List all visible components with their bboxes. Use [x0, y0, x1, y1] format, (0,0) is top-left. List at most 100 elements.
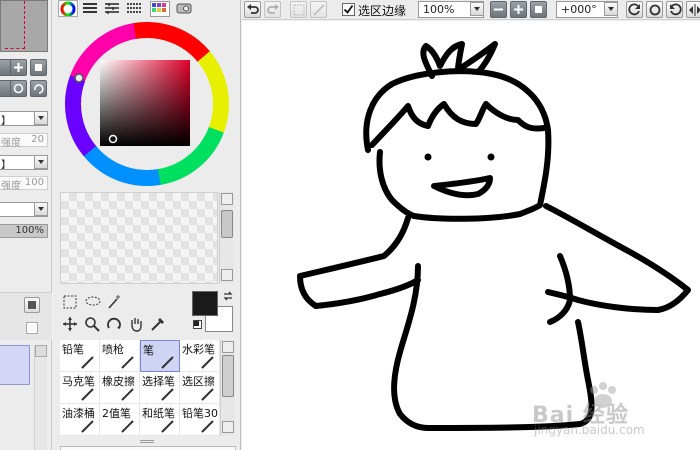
layer-panel: 】 强度 20 】 强度 100 100% — [0, 0, 52, 450]
zoom-in-button[interactable] — [10, 59, 27, 76]
rotate-tool[interactable] — [106, 316, 122, 332]
brush-airbrush[interactable]: 喷枪 — [100, 340, 140, 372]
new-layer-button[interactable] — [24, 297, 40, 313]
plus-icon — [514, 5, 523, 14]
brush-label: 笔 — [143, 344, 154, 357]
strength-field-1[interactable]: 强度 20 — [0, 133, 48, 149]
hsv-slider-tab[interactable] — [104, 2, 120, 15]
panel-splitter[interactable] — [140, 440, 154, 443]
brush-watercolor[interactable]: 水彩笔 — [180, 340, 220, 372]
undo-button[interactable] — [244, 1, 261, 18]
lasso-icon — [85, 296, 101, 306]
navigator-preview[interactable] — [0, 0, 48, 52]
opacity-bar[interactable]: 100% — [0, 224, 48, 238]
square-icon — [35, 64, 42, 71]
color-wheel[interactable] — [64, 22, 230, 186]
blend-mode-label-2: 】 — [1, 160, 11, 171]
flip-button[interactable] — [686, 1, 700, 18]
color-wheel-tab[interactable] — [58, 0, 78, 17]
deselect-icon — [293, 4, 305, 16]
brush-pen[interactable]: 笔 — [140, 340, 180, 372]
rotate-reset-toolbar-button[interactable] — [646, 1, 663, 18]
brush-eraser[interactable]: 橡皮擦 — [100, 372, 140, 404]
scratch-scroll-down[interactable] — [221, 269, 233, 281]
move-tool[interactable] — [62, 316, 78, 332]
watercolor-icon — [201, 356, 214, 369]
rgb-slider-tab[interactable] — [82, 2, 98, 15]
reset-colors-icon[interactable] — [193, 320, 202, 329]
brush-scroll-up[interactable] — [222, 341, 234, 353]
selection-edge-checkbox[interactable] — [342, 3, 355, 16]
hand-tool[interactable] — [128, 316, 144, 332]
scratchpad-scrollbar[interactable] — [219, 192, 234, 284]
fit-button[interactable] — [30, 59, 47, 76]
color-wheel-icon — [60, 1, 76, 17]
layer-thumbnail[interactable] — [0, 345, 30, 385]
drawing-canvas[interactable]: Bai 经验 jingyan.baidu.com — [242, 21, 700, 450]
brush-scrollbar[interactable] — [220, 340, 235, 436]
eyedropper-tool[interactable] — [150, 316, 166, 332]
scratch-scroll-up[interactable] — [221, 193, 233, 205]
layer-scroll-up[interactable] — [35, 345, 47, 357]
layer-mode-arrow[interactable] — [34, 202, 48, 216]
rotation-dropdown-arrow[interactable] — [604, 2, 618, 16]
color-mode-tabs — [56, 0, 240, 18]
lasso-tool[interactable] — [84, 294, 102, 310]
sv-square[interactable] — [100, 60, 190, 146]
brush-select-pen[interactable]: 选择笔 — [140, 372, 180, 404]
brush-scroll-down[interactable] — [222, 421, 234, 433]
swap-icon — [223, 291, 233, 301]
zoom-dropdown-arrow[interactable] — [470, 2, 484, 16]
binary-pen-icon — [121, 420, 134, 433]
zoom-tool[interactable] — [84, 316, 100, 332]
palette-grid-icon — [152, 3, 166, 12]
select-eraser-icon — [201, 388, 214, 401]
brush-pencil30[interactable]: 铅笔30 — [180, 404, 220, 436]
hue-marker[interactable] — [74, 73, 84, 83]
layer-square-icon — [28, 301, 36, 309]
palette-tab[interactable] — [150, 1, 170, 17]
scratchpad-tab[interactable] — [176, 2, 192, 15]
redo-button[interactable] — [264, 1, 281, 18]
airbrush-icon — [121, 356, 134, 369]
swatch-tab[interactable] — [126, 2, 142, 15]
blend-mode-arrow-1[interactable] — [34, 111, 48, 125]
pencil30-icon — [201, 420, 214, 433]
blend-mode-arrow-2[interactable] — [34, 155, 48, 169]
brush-bucket[interactable]: 油漆桶 — [60, 404, 100, 436]
invert-select-icon — [313, 4, 325, 16]
strength-field-2[interactable]: 强度 100 — [0, 176, 48, 192]
opacity-value: 100% — [15, 225, 44, 236]
toolbar-zoom-out-button[interactable] — [490, 1, 507, 18]
brush-grid: 铅笔 喷枪笔 水彩笔马克笔 橡皮擦 选择笔 选区擦油漆桶 2值笔 和纸笔 铅笔30 — [60, 340, 220, 436]
brush-select-eraser[interactable]: 选区擦 — [180, 372, 220, 404]
brush-pencil[interactable]: 铅笔 — [60, 340, 100, 372]
deselect-button[interactable] — [290, 1, 307, 18]
swap-colors-icon[interactable] — [222, 290, 234, 302]
toolbar-zoom-in-button[interactable] — [510, 1, 527, 18]
rotate-cw-button[interactable] — [666, 1, 683, 18]
brush-settings-bar[interactable] — [60, 446, 236, 450]
magic-wand-tool[interactable] — [106, 294, 122, 310]
rect-select-tool[interactable] — [62, 294, 78, 310]
rotate-right-button[interactable] — [30, 80, 47, 97]
rotate-ccw-button[interactable] — [626, 1, 643, 18]
toolbar-zoom-reset-button[interactable] — [530, 1, 547, 18]
invert-select-button[interactable] — [310, 1, 327, 18]
brush-washi-pen[interactable]: 和纸笔 — [140, 404, 180, 436]
sliders-icon — [83, 3, 97, 13]
rotation-value: +000° — [561, 3, 597, 16]
left-eye — [424, 153, 432, 161]
layer-copy-icon[interactable] — [26, 322, 38, 334]
watermark: Bai 经验 jingyan.baidu.com — [532, 379, 700, 439]
primary-color-swatch[interactable] — [192, 291, 218, 316]
rotate-reset-button[interactable] — [10, 80, 27, 97]
zoom-value: 100% — [423, 3, 455, 16]
brush-scroll-thumb[interactable] — [222, 355, 234, 397]
layer-scrollbar[interactable] — [34, 345, 47, 450]
scratch-scroll-thumb[interactable] — [221, 210, 233, 238]
scratchpad-area[interactable] — [60, 192, 218, 284]
rotate-icon — [107, 317, 121, 329]
brush-marker[interactable]: 马克笔 — [60, 372, 100, 404]
brush-binary-pen[interactable]: 2值笔 — [100, 404, 140, 436]
